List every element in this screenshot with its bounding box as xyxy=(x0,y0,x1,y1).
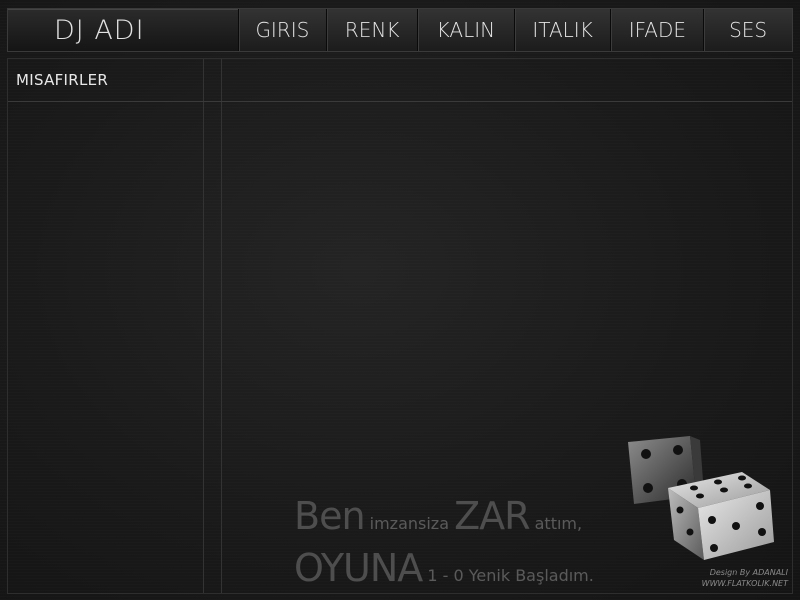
slogan-word: attım, xyxy=(534,514,583,533)
slogan-word: Ben xyxy=(294,494,366,538)
menu-kalin-button[interactable]: KALIN xyxy=(417,9,514,51)
menu-italik-button[interactable]: ITALIK xyxy=(513,9,611,51)
dj-name: DJ ADI xyxy=(54,14,145,46)
dice-image xyxy=(628,436,774,560)
credit-line-1: Design By ADANALI xyxy=(709,568,788,577)
column-divider xyxy=(203,59,204,593)
guests-title: MISAFIRLER xyxy=(16,71,109,89)
top-menu-bar: DJ ADI GIRIS RENK KALIN ITALIK IFADE SES xyxy=(7,8,793,52)
menu-ifade-button[interactable]: IFADE xyxy=(610,9,704,51)
menu-renk-button[interactable]: RENK xyxy=(326,9,418,51)
credit-link[interactable]: WWW.FLATKOLIK.NET xyxy=(702,579,788,588)
slogan-word: 1 - 0 Yenik Başladım. xyxy=(427,566,594,585)
scrollbar-track[interactable] xyxy=(221,59,222,593)
menu-giris-button[interactable]: GIRIS xyxy=(237,9,327,51)
slogan-line-1: Ben imzansiza ZAR attım, xyxy=(294,494,582,538)
slogan-word: OYUNA xyxy=(294,546,423,590)
slogan-word: imzansiza xyxy=(369,514,449,533)
slogan-line-2: OYUNA 1 - 0 Yenik Başladım. xyxy=(294,546,594,590)
menu-ses-button[interactable]: SES xyxy=(703,9,792,51)
slogan-word: ZAR xyxy=(454,494,530,538)
